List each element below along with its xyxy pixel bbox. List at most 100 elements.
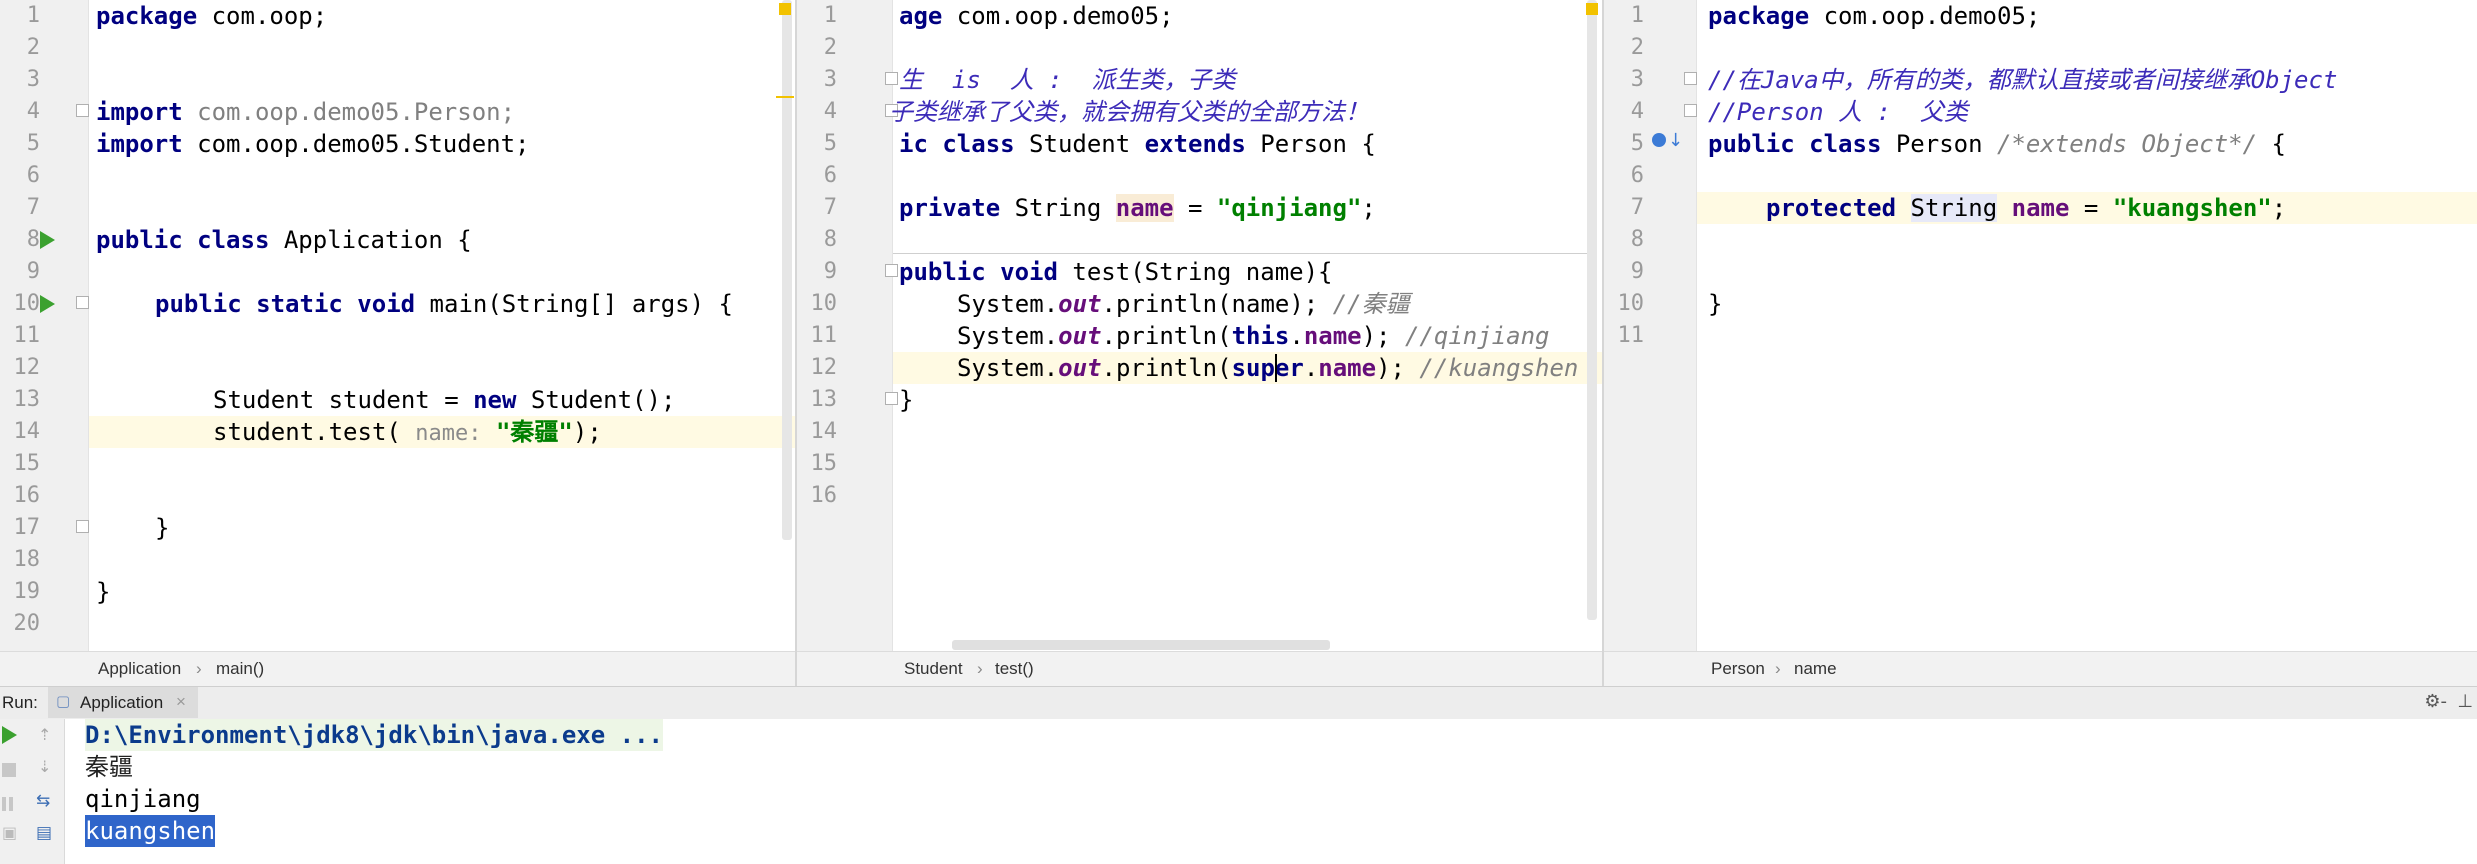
settings-gear-icon[interactable]: ⚙- bbox=[2424, 691, 2447, 712]
fold-marker-icon[interactable] bbox=[76, 296, 89, 309]
fold-marker-icon[interactable] bbox=[885, 72, 898, 85]
run-label: Run: bbox=[2, 693, 38, 712]
code-line[interactable]: Student student = new Student(); bbox=[213, 384, 675, 416]
code-line[interactable]: public static void main(String[] args) { bbox=[155, 288, 733, 320]
scroll-up-icon[interactable]: ⇡ bbox=[38, 725, 51, 744]
code-line[interactable]: student.test( name: "秦疆"); bbox=[213, 416, 602, 450]
code-line[interactable]: import com.oop.demo05.Student; bbox=[96, 128, 529, 160]
print-icon[interactable]: ▤ bbox=[36, 823, 52, 843]
code-line[interactable]: private String name = "qinjiang"; bbox=[899, 192, 1376, 224]
line-number: 9 bbox=[1630, 259, 1644, 284]
code-line[interactable]: public class Application { bbox=[96, 224, 472, 256]
vertical-scrollbar[interactable] bbox=[782, 0, 792, 540]
code-line[interactable]: //Person 人 : 父类 bbox=[1708, 96, 1968, 128]
fold-marker-icon[interactable] bbox=[885, 392, 898, 405]
chevron-right-icon: › bbox=[196, 659, 202, 678]
editor-pane-student[interactable]: 1 2 3 4 5 6 7 8 9 10 11 12 13 14 15 16 a… bbox=[797, 0, 1602, 686]
fold-marker-icon[interactable] bbox=[76, 520, 89, 533]
code-line[interactable]: public class Person /*extends Object*/ { bbox=[1708, 128, 2286, 160]
code-line[interactable]: } bbox=[96, 576, 110, 608]
line-number: 15 bbox=[13, 451, 41, 476]
line-gutter[interactable]: 1 2 3 4 5 6 7 8 9 10 11 ↓ bbox=[1604, 0, 1697, 652]
code-line[interactable]: package com.oop.demo05; bbox=[1708, 0, 2040, 32]
line-number: 2 bbox=[26, 35, 40, 60]
close-icon[interactable]: × bbox=[176, 692, 186, 712]
warning-marker-icon[interactable] bbox=[1586, 3, 1598, 15]
code-line[interactable]: System.out.println(name); //秦疆 bbox=[957, 288, 1410, 320]
fold-marker-icon[interactable] bbox=[885, 264, 898, 277]
line-number: 8 bbox=[1630, 227, 1644, 252]
breadcrumb-item-method[interactable]: main() bbox=[216, 652, 264, 686]
console-line-selected: kuangshen bbox=[85, 815, 216, 847]
line-number: 10 bbox=[13, 291, 41, 316]
line-number: 2 bbox=[1630, 35, 1644, 60]
dump-threads-icon[interactable]: ▣ bbox=[2, 823, 17, 842]
stop-icon[interactable] bbox=[2, 763, 16, 777]
line-number: 5 bbox=[823, 131, 837, 156]
text-cursor bbox=[1275, 354, 1277, 382]
hide-panel-icon[interactable]: ⊥ bbox=[2457, 691, 2473, 712]
line-number: 19 bbox=[13, 579, 41, 604]
code-line[interactable]: package com.oop; bbox=[96, 0, 327, 32]
code-line[interactable]: public void test(String name){ bbox=[899, 256, 1333, 288]
line-number: 6 bbox=[823, 163, 837, 188]
code-line[interactable]: age com.oop.demo05; bbox=[899, 0, 1174, 32]
line-number: 8 bbox=[26, 227, 40, 252]
soft-wrap-icon[interactable]: ⇆ bbox=[36, 791, 50, 811]
code-line[interactable]: ic class Student extends Person { bbox=[899, 128, 1376, 160]
fold-marker-icon[interactable] bbox=[1684, 72, 1697, 85]
line-number: 3 bbox=[1630, 67, 1644, 92]
code-line[interactable]: //在Java中，所有的类，都默认直接或者间接继承Object bbox=[1708, 64, 2337, 96]
line-number: 1 bbox=[823, 3, 837, 28]
breadcrumb-item-field[interactable]: name bbox=[1794, 652, 1837, 686]
scroll-down-icon[interactable]: ⇣ bbox=[38, 757, 51, 776]
error-stripe-mark bbox=[776, 96, 794, 98]
run-main-icon[interactable] bbox=[40, 295, 55, 313]
line-number: 14 bbox=[810, 419, 838, 444]
code-line[interactable]: protected String name = "kuangshen"; bbox=[1766, 192, 2286, 224]
line-gutter[interactable]: 1 2 3 4 5 6 7 8 9 10 11 12 13 14 15 16 bbox=[797, 0, 898, 652]
breadcrumb-item-class[interactable]: Student bbox=[904, 652, 963, 686]
subclass-marker-icon[interactable] bbox=[1652, 133, 1666, 147]
line-number: 7 bbox=[823, 195, 837, 220]
horizontal-scrollbar[interactable] bbox=[952, 640, 1330, 650]
code-line[interactable]: 生 is 人 : 派生类，子类 bbox=[899, 64, 1236, 96]
code-line[interactable]: } bbox=[1708, 288, 1722, 320]
breadcrumb-item-method[interactable]: test() bbox=[995, 652, 1034, 686]
editor-pane-application[interactable]: 1 2 3 4 5 6 7 8 9 10 11 12 13 14 15 16 1… bbox=[0, 0, 795, 686]
code-line[interactable]: 子类继承了父类，就会拥有父类的全部方法！ bbox=[889, 96, 1369, 128]
line-number: 7 bbox=[26, 195, 40, 220]
run-console[interactable]: ⇡ ⇣ ⇆ ▣ ▤ D:\Environment\jdk8\jdk\bin\ja… bbox=[0, 719, 2477, 864]
code-line[interactable]: } bbox=[155, 512, 169, 544]
line-number: 1 bbox=[1630, 3, 1644, 28]
line-number: 4 bbox=[823, 99, 837, 124]
line-gutter[interactable]: 1 2 3 4 5 6 7 8 9 10 11 12 13 14 15 16 1… bbox=[0, 0, 89, 652]
breadcrumb: Application › main() bbox=[0, 651, 795, 686]
line-number: 17 bbox=[13, 515, 41, 540]
code-line[interactable]: } bbox=[899, 384, 913, 416]
run-class-icon[interactable] bbox=[40, 231, 55, 249]
line-number: 12 bbox=[13, 355, 41, 380]
breadcrumb: Student › test() bbox=[797, 651, 1602, 686]
code-line[interactable]: System.out.println(super.name); //kuangs… bbox=[957, 352, 1578, 384]
fold-marker-icon[interactable] bbox=[76, 104, 89, 117]
fold-marker-icon[interactable] bbox=[1684, 104, 1697, 117]
breadcrumb-item-class[interactable]: Person bbox=[1711, 652, 1765, 686]
code-line[interactable]: System.out.println(this.name); //qinjian… bbox=[957, 320, 1549, 352]
chevron-right-icon: › bbox=[977, 659, 983, 678]
code-line[interactable]: import com.oop.demo05.Person; bbox=[96, 96, 515, 128]
breadcrumb-item-class[interactable]: Application bbox=[98, 652, 181, 686]
line-number: 2 bbox=[823, 35, 837, 60]
line-number: 9 bbox=[26, 259, 40, 284]
run-toolbar: ⇡ ⇣ ⇆ ▣ ▤ bbox=[0, 719, 65, 864]
vertical-scrollbar[interactable] bbox=[1587, 0, 1597, 620]
line-number: 20 bbox=[13, 611, 41, 636]
rerun-icon[interactable] bbox=[2, 726, 17, 744]
tab-application[interactable]: ▢ Application × bbox=[48, 687, 198, 718]
editor-pane-person[interactable]: 1 2 3 4 5 6 7 8 9 10 11 ↓ package com.oo… bbox=[1604, 0, 2477, 686]
line-number: 6 bbox=[1630, 163, 1644, 188]
line-number: 1 bbox=[26, 3, 40, 28]
method-separator bbox=[893, 253, 1590, 254]
pause-icon[interactable] bbox=[2, 797, 6, 811]
warning-marker-icon[interactable] bbox=[779, 3, 791, 15]
